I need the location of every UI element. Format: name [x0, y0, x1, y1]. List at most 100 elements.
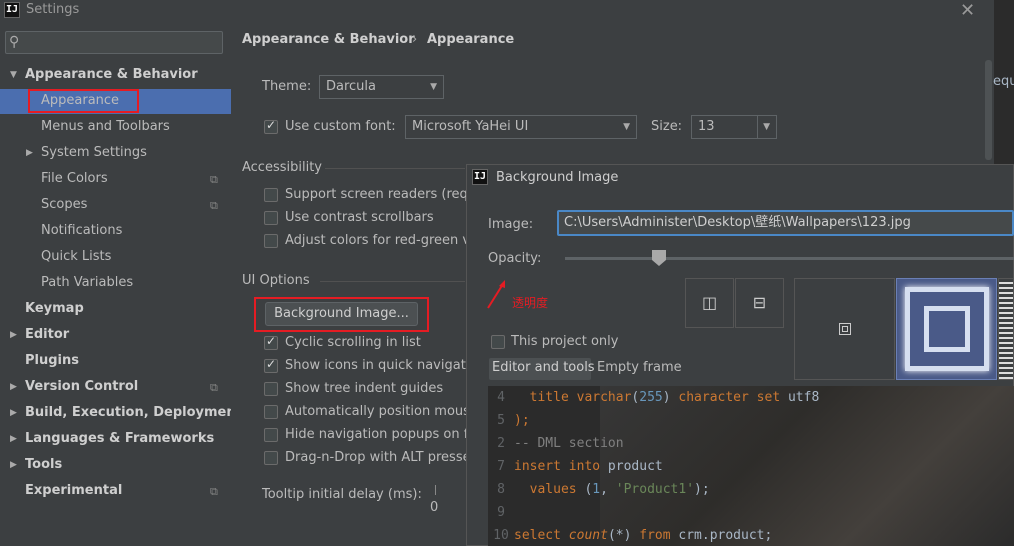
sidebar-item-plugins[interactable]: Plugins — [25, 348, 79, 374]
sidebar-item-menus-and-toolbars[interactable]: Menus and Toolbars — [41, 114, 170, 140]
ui-option-label: Automatically position mouse — [285, 404, 478, 419]
image-label: Image: — [488, 217, 534, 232]
breadcrumb-current: Appearance — [427, 32, 515, 47]
size-label: Size: — [651, 119, 683, 134]
custom-font-checkbox[interactable] — [264, 118, 278, 134]
sidebar-item-languages-frameworks[interactable]: Languages & Frameworks — [25, 426, 214, 452]
scrollbar-thumb[interactable] — [985, 60, 992, 160]
project-level-icon: ⧉ — [210, 173, 218, 186]
contrast-scrollbars-checkbox[interactable] — [264, 211, 278, 225]
code-lines: 4 title varchar(255) character set utf8 5… — [488, 386, 1014, 546]
sidebar-item-keymap[interactable]: Keymap — [25, 296, 84, 322]
flip-horizontal-icon: ◫ — [701, 293, 718, 312]
sidebar-item-experimental[interactable]: Experimental — [25, 478, 122, 504]
chevron-right-icon[interactable]: ▶ — [10, 434, 17, 444]
code-line: 8 values (1, 'Product1'); — [488, 478, 710, 501]
tab-editor-and-tools-label: Editor and tools — [492, 360, 595, 375]
theme-label: Theme: — [262, 79, 312, 94]
chevron-down-icon: ▼ — [430, 82, 437, 92]
slider-thumb-shape — [652, 250, 667, 266]
font-select[interactable]: Microsoft YaHei UI ▼ — [405, 115, 637, 139]
ui-option-checkbox[interactable] — [264, 451, 278, 465]
line-number: 5 — [497, 413, 505, 428]
line-number: 8 — [497, 482, 505, 497]
font-size-select[interactable]: 13 ▼ — [691, 115, 777, 139]
chevron-down-icon[interactable]: ▼ — [10, 70, 17, 80]
ui-option-checkbox[interactable] — [264, 334, 278, 350]
opacity-slider-thumb[interactable] — [652, 250, 667, 266]
sidebar-item-scopes[interactable]: Scopes — [41, 192, 87, 218]
ui-option-label: Hide navigation popups on fo — [285, 427, 477, 442]
title-bar — [0, 0, 994, 22]
search-input[interactable] — [5, 31, 223, 54]
opacity-slider-track[interactable] — [565, 257, 1014, 260]
project-level-icon: ⧉ — [210, 485, 218, 498]
center-mode-icon — [839, 323, 851, 335]
fill-mode-center-tile[interactable] — [794, 278, 895, 380]
intellij-icon: IJ — [4, 2, 20, 18]
ui-option-checkbox[interactable] — [264, 357, 278, 373]
project-level-icon: ⧉ — [210, 199, 218, 212]
sidebar-item-appearance-behavior[interactable]: Appearance & Behavior — [25, 62, 198, 88]
stretch-mode-icon — [905, 287, 989, 371]
breadcrumb-separator: › — [412, 32, 418, 47]
opacity-label: Opacity: — [488, 251, 542, 266]
chevron-down-icon: ▼ — [623, 122, 630, 132]
fill-mode-stretch-tile[interactable] — [896, 278, 997, 380]
chevron-right-icon[interactable]: ▶ — [10, 330, 17, 340]
chevron-right-icon[interactable]: ▶ — [26, 148, 33, 158]
chevron-right-icon[interactable]: ▶ — [10, 382, 17, 392]
sidebar-item-build-execution-deployment[interactable]: Build, Execution, Deployment — [25, 400, 242, 426]
intellij-icon: IJ — [472, 169, 488, 185]
tab-empty-frame[interactable]: Empty frame — [597, 360, 682, 375]
tooltip-delay-value: 0 — [430, 500, 439, 515]
sidebar-item-quick-lists[interactable]: Quick Lists — [41, 244, 111, 270]
red-arrow-icon — [487, 280, 505, 309]
line-number: 10 — [493, 528, 509, 543]
image-path-input[interactable]: C:\Users\Administer\Desktop\壁纸\Wallpaper… — [557, 210, 1014, 236]
opacity-annotation: 透明度 — [512, 296, 549, 310]
ui-option-checkbox[interactable] — [264, 428, 278, 442]
line-number: 4 — [497, 390, 505, 405]
chevron-right-icon[interactable]: ▶ — [10, 408, 17, 418]
divider — [320, 281, 465, 282]
project-only-checkbox[interactable] — [491, 335, 505, 349]
ui-option-checkbox[interactable] — [264, 405, 278, 419]
sidebar-item-system-settings[interactable]: System Settings — [41, 140, 147, 166]
theme-value: Darcula — [326, 79, 377, 94]
sidebar-item-path-variables[interactable]: Path Variables — [41, 270, 133, 296]
flip-horizontal-button[interactable]: ◫ — [685, 278, 734, 328]
custom-font-label: Use custom font: — [285, 119, 396, 134]
ui-option-label: Cyclic scrolling in list — [285, 335, 421, 350]
code-line: 2 -- DML section — [488, 432, 624, 455]
chevron-down-icon: ▼ — [757, 116, 770, 138]
line-number: 2 — [497, 436, 505, 451]
sidebar-item-file-colors[interactable]: File Colors — [41, 166, 108, 192]
ui-options-title: UI Options — [242, 273, 310, 288]
red-green-label: Adjust colors for red-green vi — [285, 233, 474, 248]
code-line: 4 title varchar(255) character set utf8 — [488, 386, 819, 409]
theme-select[interactable]: Darcula ▼ — [319, 75, 444, 99]
font-value: Microsoft YaHei UI — [412, 119, 529, 134]
flip-vertical-button[interactable]: ⊟ — [735, 278, 784, 328]
red-green-checkbox[interactable] — [264, 234, 278, 248]
slider-tick — [435, 485, 436, 495]
project-only-label: This project only — [511, 334, 619, 349]
sidebar-item-editor[interactable]: Editor — [25, 322, 69, 348]
chevron-right-icon[interactable]: ▶ — [10, 460, 17, 470]
close-icon[interactable]: ✕ — [960, 0, 975, 21]
code-line: 9 — [488, 501, 514, 524]
annotation-box-appearance — [28, 89, 139, 113]
fill-mode-tile-tile[interactable] — [998, 278, 1014, 380]
sidebar-item-version-control[interactable]: Version Control — [25, 374, 138, 400]
editor-right-edge-text: equ — [993, 74, 1014, 89]
screen-reader-checkbox[interactable] — [264, 188, 278, 202]
annotation-box-bg-button — [254, 297, 429, 332]
code-line: 10 select count(*) from crm.product; — [488, 524, 772, 546]
ui-option-checkbox[interactable] — [264, 382, 278, 396]
dialog-title: Background Image — [496, 170, 619, 185]
screen-reader-label: Support screen readers (requ — [285, 187, 477, 202]
sidebar-item-notifications[interactable]: Notifications — [41, 218, 122, 244]
breadcrumb-parent[interactable]: Appearance & Behavior — [242, 32, 415, 47]
sidebar-item-tools[interactable]: Tools — [25, 452, 62, 478]
